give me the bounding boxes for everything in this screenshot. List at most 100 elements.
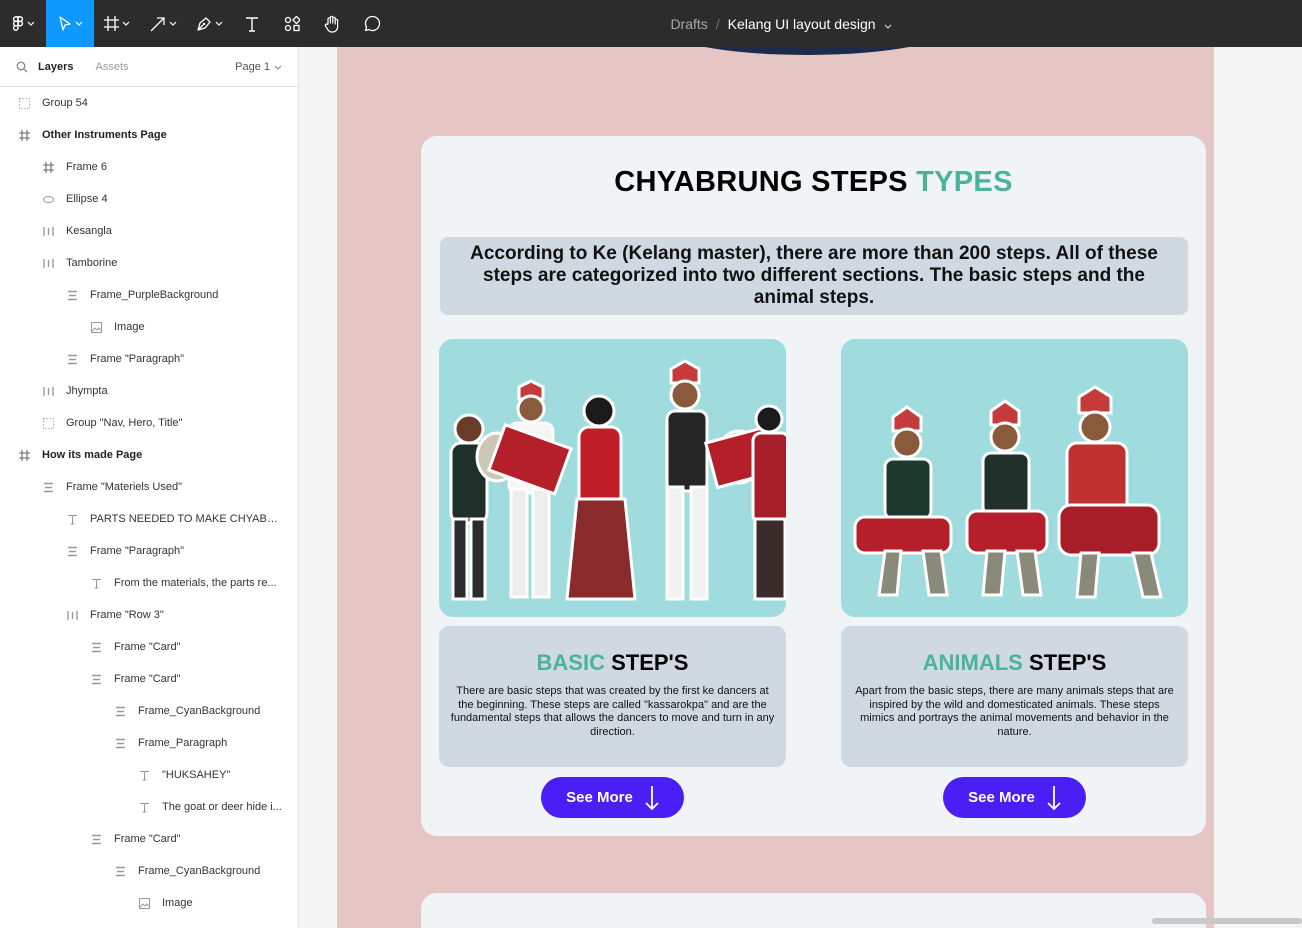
layer-row[interactable]: Frame "Card" bbox=[0, 663, 298, 695]
text-icon bbox=[90, 577, 102, 589]
autolayout-vertical-icon bbox=[66, 545, 78, 557]
section-title: CHYABRUNG STEPS TYPES bbox=[421, 166, 1206, 199]
layer-label: Kesangla bbox=[66, 225, 112, 237]
layer-row[interactable]: PARTS NEEDED TO MAKE CHYABRU... bbox=[0, 503, 298, 535]
layer-label: The goat or deer hide i... bbox=[162, 801, 282, 813]
layer-row[interactable]: Frame "Materiels Used" bbox=[0, 471, 298, 503]
animal-see-more-label: See More bbox=[968, 789, 1035, 806]
layer-row[interactable]: Group 54 bbox=[0, 87, 298, 119]
layer-row[interactable]: Frame "Row 3" bbox=[0, 599, 298, 631]
layer-row[interactable]: Image bbox=[0, 311, 298, 343]
text-tool-button[interactable] bbox=[232, 0, 272, 47]
resources-tool-button[interactable] bbox=[272, 0, 312, 47]
layer-row[interactable]: Frame "Card" bbox=[0, 823, 298, 855]
layer-label: Group 54 bbox=[42, 97, 88, 109]
frame-icon bbox=[18, 449, 30, 461]
layer-label: Frame_CyanBackground bbox=[138, 865, 261, 877]
file-name-button[interactable]: Kelang UI layout design bbox=[728, 16, 876, 32]
layer-label: Image bbox=[162, 897, 193, 909]
autolayout-vertical-icon bbox=[90, 833, 102, 845]
layer-label: Frame "Paragraph" bbox=[90, 545, 185, 557]
page-frame-background: CHYABRUNG STEPS TYPES According to Ke (K… bbox=[337, 47, 1214, 928]
layer-label: Image bbox=[114, 321, 145, 333]
layer-label: PARTS NEEDED TO MAKE CHYABRU... bbox=[90, 513, 280, 525]
autolayout-vertical-icon bbox=[90, 673, 102, 685]
chevron-down-icon bbox=[122, 21, 130, 26]
toolbar: Drafts / Kelang UI layout design bbox=[0, 0, 1302, 47]
layer-row[interactable]: From the materials, the parts re... bbox=[0, 567, 298, 599]
autolayout-vertical-icon bbox=[114, 705, 126, 717]
basic-see-more-button[interactable]: See More bbox=[541, 777, 684, 818]
layer-label: Other Instruments Page bbox=[42, 129, 167, 141]
search-icon[interactable] bbox=[16, 61, 28, 73]
tab-assets[interactable]: Assets bbox=[95, 61, 128, 73]
layer-row[interactable]: Frame "Card" bbox=[0, 631, 298, 663]
hand-tool-button[interactable] bbox=[312, 0, 352, 47]
animal-see-more-button[interactable]: See More bbox=[943, 777, 1086, 818]
group-icon bbox=[18, 97, 30, 109]
comment-tool-button[interactable] bbox=[352, 0, 392, 47]
layer-row[interactable]: Jhympta bbox=[0, 375, 298, 407]
basic-steps-card: BASIC STEP'S There are basic steps that … bbox=[439, 626, 786, 767]
layer-row[interactable]: Ellipse 4 bbox=[0, 183, 298, 215]
image-icon bbox=[90, 321, 102, 333]
ellipse-shape bbox=[657, 47, 957, 55]
autolayout-vertical-icon bbox=[42, 481, 54, 493]
move-tool-button[interactable] bbox=[46, 0, 94, 47]
animal-steps-title-accent: ANIMALS bbox=[922, 650, 1023, 675]
layer-row[interactable]: Frame "Paragraph" bbox=[0, 535, 298, 567]
image-icon bbox=[138, 897, 150, 909]
frame-icon bbox=[42, 161, 54, 173]
layer-label: Frame_PurpleBackground bbox=[90, 289, 219, 301]
next-section-card bbox=[421, 893, 1206, 928]
animal-steps-image bbox=[841, 339, 1188, 617]
page-selector[interactable]: Page 1 bbox=[235, 47, 282, 87]
horizontal-scrollbar[interactable] bbox=[1152, 918, 1302, 924]
autolayout-vertical-icon bbox=[66, 289, 78, 301]
arrow-down-icon bbox=[1047, 785, 1061, 810]
layer-row[interactable]: "HUKSAHEY" bbox=[0, 759, 298, 791]
file-menu-chevron-icon[interactable] bbox=[884, 16, 892, 32]
layer-label: Frame "Paragraph" bbox=[90, 353, 185, 365]
basic-steps-title-accent: BASIC bbox=[536, 650, 605, 675]
tab-layers[interactable]: Layers bbox=[38, 61, 73, 73]
pen-tool-button[interactable] bbox=[186, 0, 232, 47]
main-menu-button[interactable] bbox=[0, 0, 46, 47]
hand-icon bbox=[324, 15, 339, 33]
basic-see-more-label: See More bbox=[566, 789, 633, 806]
text-icon bbox=[246, 16, 258, 32]
chevron-down-icon bbox=[27, 21, 34, 26]
layer-row[interactable]: Frame_PurpleBackground bbox=[0, 279, 298, 311]
layer-row[interactable]: Frame_CyanBackground bbox=[0, 855, 298, 887]
frame-tool-button[interactable] bbox=[94, 0, 140, 47]
layer-row[interactable]: Other Instruments Page bbox=[0, 119, 298, 151]
layer-row[interactable]: Frame 6 bbox=[0, 151, 298, 183]
cursor-icon bbox=[58, 15, 71, 31]
breadcrumb-drafts-link[interactable]: Drafts bbox=[670, 16, 707, 32]
canvas[interactable]: CHYABRUNG STEPS TYPES According to Ke (K… bbox=[299, 47, 1302, 928]
animal-steps-title-rest: STEP'S bbox=[1022, 650, 1107, 675]
autolayout-horizontal-icon bbox=[42, 257, 54, 269]
chevron-down-icon bbox=[215, 21, 222, 26]
layer-row[interactable]: Kesangla bbox=[0, 215, 298, 247]
layer-row[interactable]: Frame_CyanBackground bbox=[0, 695, 298, 727]
page-selector-label: Page 1 bbox=[235, 61, 270, 73]
autolayout-horizontal-icon bbox=[42, 225, 54, 237]
layer-label: Frame "Card" bbox=[114, 833, 181, 845]
ellipse-icon bbox=[42, 193, 54, 205]
layer-row[interactable]: How its made Page bbox=[0, 439, 298, 471]
group-icon bbox=[42, 417, 54, 429]
layer-label: "HUKSAHEY" bbox=[162, 769, 231, 781]
layers-list: Group 54 Other Instruments Page Frame 6 Ell… bbox=[0, 87, 298, 919]
layer-row[interactable]: Tamborine bbox=[0, 247, 298, 279]
shape-tool-button[interactable] bbox=[140, 0, 186, 47]
layer-row[interactable]: Frame_Paragraph bbox=[0, 727, 298, 759]
layer-row[interactable]: Image bbox=[0, 887, 298, 919]
layer-row[interactable]: The goat or deer hide i... bbox=[0, 791, 298, 823]
layer-label: Group "Nav, Hero, Title" bbox=[66, 417, 183, 429]
chevron-down-icon bbox=[274, 65, 282, 70]
three-drummers-illustration bbox=[853, 385, 1163, 599]
animal-steps-title: ANIMALS STEP'S bbox=[851, 650, 1178, 676]
layer-row[interactable]: Frame "Paragraph" bbox=[0, 343, 298, 375]
layer-row[interactable]: Group "Nav, Hero, Title" bbox=[0, 407, 298, 439]
